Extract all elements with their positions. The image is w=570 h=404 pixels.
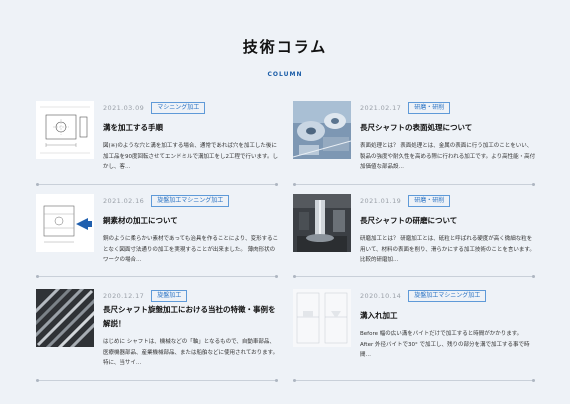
copper-part-drawing[interactable] [36,194,94,252]
article-meta: 2021.02.16 旋盤加工マシニング加工 [103,195,230,207]
article-card[interactable]: 2021.02.16 旋盤加工マシニング加工 銅素材の加工について 銅のように柔… [36,194,278,280]
article-date: 2020.10.14 [360,292,402,300]
article-tag[interactable]: 旋盤加工 [151,290,188,302]
article-tag[interactable]: 研磨・研削 [408,195,451,207]
section-subtitle: COLUMN [267,71,303,78]
article-date: 2021.02.17 [360,104,402,112]
article-excerpt: Before 幅の広い溝をバイトだけで加工すると時間がかかります。 After … [360,331,530,358]
divider [36,379,278,382]
article-date: 2020.12.17 [103,292,145,300]
article-title[interactable]: 長尺シャフトの表面処理について [360,121,536,135]
article-date: 2021.01.19 [360,197,402,205]
article-date: 2021.03.09 [103,104,145,112]
divider [293,183,535,186]
article-meta: 2021.02.17 研磨・研削 [360,102,451,114]
article-excerpt: 表面処理とは？ 表面処理とは、金属の表面に行う加工のことをいい、製品の強度や耐久… [360,143,536,170]
long-shafts-photo[interactable] [36,289,94,347]
article-card[interactable]: 2021.03.09 マシニング加工 溝を加工する手順 図(※)のような穴と溝を… [36,101,278,187]
section-header: 技術コラム COLUMN [0,36,570,78]
article-card[interactable]: 2020.12.17 旋盤加工 長尺シャフト旋盤加工における当社の特徴・事例を解… [36,289,278,375]
article-excerpt: はじめに シャフトは、機械などの「軸」となるもので、自動車部品、医療機器部品、産… [103,339,279,366]
article-title[interactable]: 長尺シャフト旋盤加工における当社の特徴・事例を解説！ [103,303,279,331]
article-excerpt: 研磨加工とは？ 研磨加工とは、砥粒と呼ばれる硬度が高く微細な粒を用いて、材料の表… [360,236,535,263]
article-card[interactable]: 2020.10.14 旋盤加工マシニング加工 溝入れ加工 Before 幅の広い… [293,289,535,375]
article-meta: 2020.10.14 旋盤加工マシニング加工 [360,290,487,302]
article-meta: 2020.12.17 旋盤加工 [103,290,188,302]
article-title[interactable]: 溝を加工する手順 [103,121,279,135]
article-tag[interactable]: 旋盤加工マシニング加工 [151,195,230,207]
article-title[interactable]: 溝入れ加工 [360,309,536,323]
article-meta: 2021.01.19 研磨・研削 [360,195,451,207]
article-date: 2021.02.16 [103,197,145,205]
article-card[interactable]: 2021.01.19 研磨・研削 長尺シャフトの研磨について 研磨加工とは？ 研… [293,194,535,280]
divider [36,275,278,278]
article-tag[interactable]: 旋盤加工マシニング加工 [408,290,487,302]
grinding-machine-photo[interactable] [293,194,351,252]
article-meta: 2021.03.09 マシニング加工 [103,102,206,114]
article-title[interactable]: 長尺シャフトの研磨について [360,214,536,228]
technical-drawing-image[interactable] [36,101,94,159]
section-title: 技術コラム [242,38,328,56]
metal-parts-photo[interactable] [293,101,351,159]
divider [293,379,535,382]
article-excerpt: 銅のように柔らかい素材であっても治具を作ることにより、変形することなく図面寸法通… [103,236,279,263]
article-excerpt: 図(※)のような穴と溝を加工する場合、通常であれば穴を加工した後に加工品を90度… [103,143,278,170]
divider [293,275,535,278]
article-tag[interactable]: 研磨・研削 [408,102,451,114]
article-card[interactable]: 2021.02.17 研磨・研削 長尺シャフトの表面処理について 表面処理とは？… [293,101,535,187]
article-title[interactable]: 銅素材の加工について [103,214,279,228]
groove-drawing-image[interactable] [293,289,351,347]
article-tag[interactable]: マシニング加工 [151,102,206,114]
divider [36,183,278,186]
